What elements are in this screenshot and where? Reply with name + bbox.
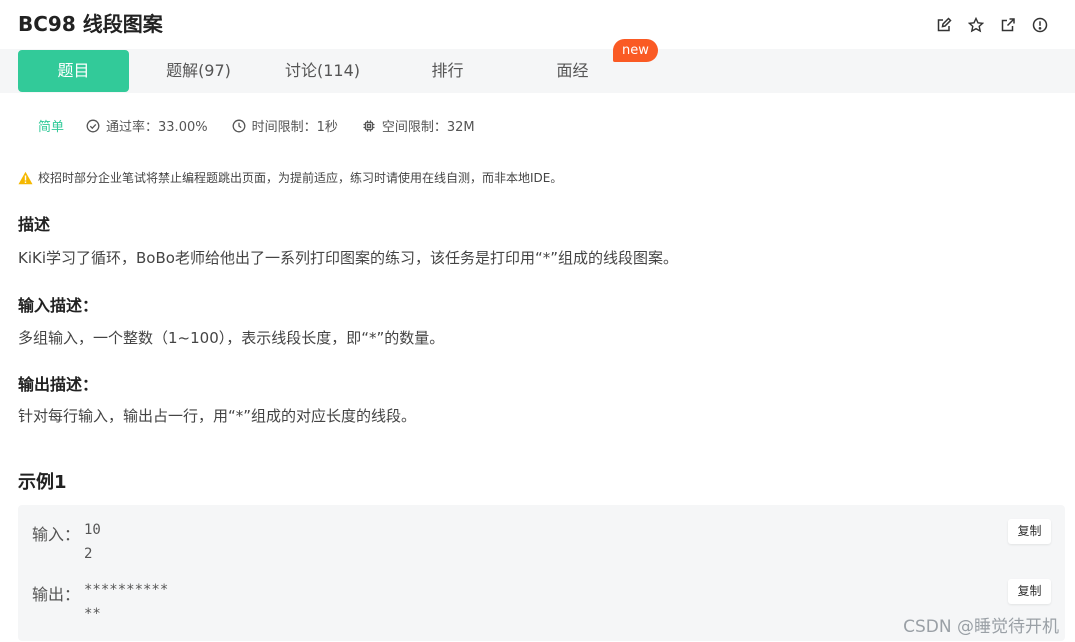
example-input-value: 10 2	[84, 522, 101, 562]
time-limit-text: 时间限制：1秒	[251, 120, 338, 135]
example-output-value: ********** **	[84, 582, 169, 622]
pass-rate-text: 通过率：33.00%	[106, 120, 208, 135]
input-text: 多组输入，一个整数（1~100），表示线段长度，即“*”的数量。	[18, 329, 445, 347]
share-icon[interactable]	[997, 14, 1019, 36]
output-heading: 输出描述：	[18, 375, 99, 394]
copy-input-button[interactable]: 复制	[1008, 519, 1051, 544]
tab-discussion[interactable]: 讨论(114)	[267, 50, 378, 92]
title-row: BC98 线段图案	[18, 10, 1065, 40]
title-actions	[933, 14, 1051, 36]
warning-text: 校招时部分企业笔试将禁止编程题跳出页面，为提前适应，练习时请使用在线自测，而非本…	[38, 171, 563, 185]
input-heading: 输入描述：	[18, 296, 99, 315]
time-limit: 时间限制：1秒	[232, 116, 338, 135]
chip-icon	[363, 120, 375, 131]
tab-problem[interactable]: 题目	[18, 50, 129, 92]
clock-icon	[232, 119, 246, 132]
tab-ranking[interactable]: 排行	[392, 50, 503, 92]
description-text: KiKi学习了循环，BoBo老师给他出了一系列打印图案的练习，该任务是打印用“*…	[18, 249, 678, 267]
tab-interview[interactable]: 面经	[517, 50, 628, 92]
output-text: 针对每行输入，输出占一行，用“*”组成的对应长度的线段。	[18, 407, 417, 425]
difficulty-label: 简单	[38, 120, 65, 135]
check-circle-icon	[86, 119, 100, 132]
problem-meta: 简单 通过率：33.00% 时间限制：1秒 空间限制：32M	[38, 116, 499, 135]
new-badge: new	[613, 39, 658, 62]
description-heading: 描述	[18, 215, 51, 234]
copy-output-button[interactable]: 复制	[1008, 579, 1051, 604]
tab-bar: 题目 题解(97) 讨论(114) 排行 面经	[0, 49, 1075, 93]
warning-icon	[18, 171, 33, 184]
example-output-label: 输出：	[32, 585, 81, 604]
tab-solutions[interactable]: 题解(97)	[143, 50, 254, 92]
star-icon[interactable]	[965, 14, 987, 36]
space-limit: 空间限制：32M	[362, 116, 475, 135]
pass-rate: 通过率：33.00%	[86, 116, 208, 135]
edit-icon[interactable]	[933, 14, 955, 36]
report-icon[interactable]	[1029, 14, 1051, 36]
ide-warning: 校招时部分企业笔试将禁止编程题跳出页面，为提前适应，练习时请使用在线自测，而非本…	[18, 169, 562, 186]
example-title: 示例1	[18, 472, 67, 493]
space-limit-text: 空间限制：32M	[381, 120, 475, 135]
page-title: BC98 线段图案	[18, 12, 163, 36]
example-input-label: 输入：	[32, 525, 81, 544]
watermark: CSDN @睡觉待开机	[903, 617, 1059, 637]
problem-page: BC98 线段图案 题目 题解(97) 讨论(114) 排行 面经 new 简单…	[0, 0, 1075, 642]
